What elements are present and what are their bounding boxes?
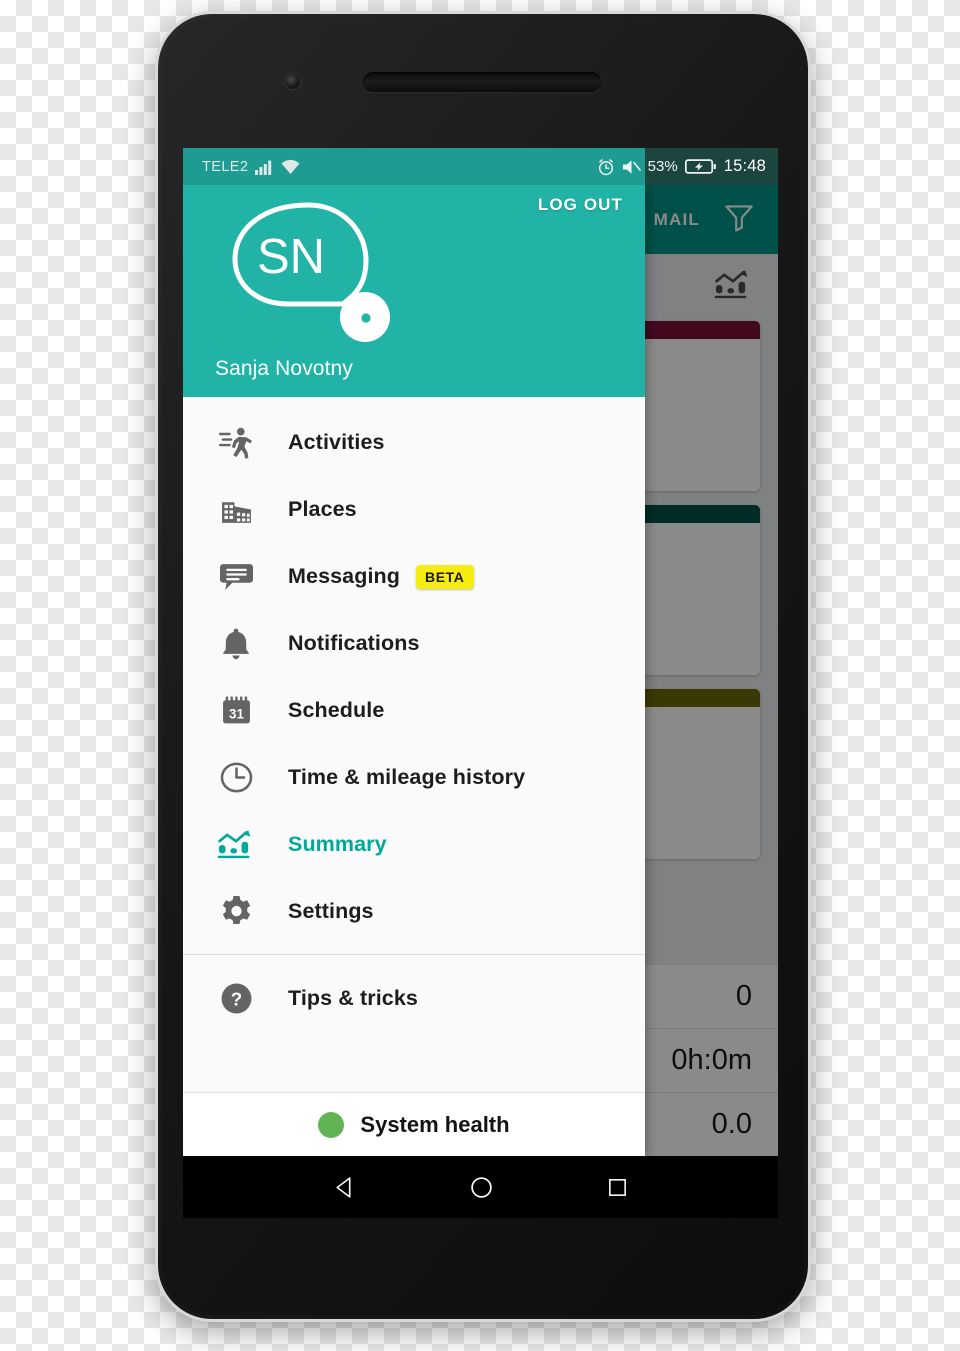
gear-icon	[214, 891, 258, 933]
clock-label: 15:48	[723, 157, 766, 175]
sidebar-item-label: Summary	[288, 832, 387, 856]
front-camera-icon	[285, 74, 300, 89]
phone-screen: MAIL 0 0h:0m 0.0 LOG OUT SN Sanja Novotn…	[183, 148, 778, 1156]
sidebar-item-activities[interactable]: Activities	[183, 409, 645, 476]
status-badge	[318, 1111, 345, 1138]
drawer-secondary-list: ? Tips & tricks	[183, 955, 645, 1032]
square-recents-icon[interactable]	[606, 1176, 629, 1199]
navigation-drawer: LOG OUT SN Sanja Novotny Activities Plac…	[183, 185, 645, 1156]
volume-mute-icon	[622, 158, 641, 176]
battery-charging-icon	[684, 158, 717, 175]
user-name: Sanja Novotny	[215, 357, 353, 380]
sidebar-item-messaging[interactable]: Messaging BETA	[183, 543, 645, 610]
sidebar-item-label: Notifications	[288, 631, 420, 655]
chat-bubble-icon	[214, 556, 258, 598]
building-icon	[214, 489, 258, 531]
sidebar-item-label: Activities	[288, 430, 385, 454]
sidebar-item-places[interactable]: Places	[183, 476, 645, 543]
running-person-icon	[214, 422, 258, 464]
sidebar-item-settings[interactable]: Settings	[183, 878, 645, 945]
system-health-label: System health	[360, 1111, 510, 1137]
phone-device: MAIL 0 0h:0m 0.0 LOG OUT SN Sanja Novotn…	[158, 14, 808, 1319]
sidebar-item-label: Messaging	[288, 564, 401, 588]
sidebar-item-tips-tricks[interactable]: ? Tips & tricks	[183, 965, 645, 1032]
alarm-clock-icon	[597, 158, 615, 176]
question-mark-circle-icon: ?	[214, 978, 258, 1020]
drawer-header: LOG OUT SN Sanja Novotny	[183, 185, 645, 397]
status-badge: BETA	[416, 564, 474, 589]
clock-icon	[214, 757, 258, 799]
status-bar-left: TELE2	[202, 159, 300, 175]
sidebar-item-notifications[interactable]: Notifications	[183, 610, 645, 677]
sidebar-item-time-mileage-history[interactable]: Time & mileage history	[183, 744, 645, 811]
status-bar: TELE2 53% 15:48	[183, 148, 778, 185]
sidebar-item-label: Settings	[288, 899, 374, 923]
bell-icon	[214, 623, 258, 665]
android-navigation-bar	[183, 1156, 778, 1218]
sidebar-item-schedule[interactable]: 31 Schedule	[183, 677, 645, 744]
signal-bars-icon	[255, 159, 274, 175]
logout-button[interactable]: LOG OUT	[538, 195, 623, 215]
svg-text:?: ?	[230, 988, 241, 1009]
sidebar-item-label: Schedule	[288, 698, 385, 722]
circle-home-icon[interactable]	[469, 1175, 494, 1200]
system-health-button[interactable]: System health	[183, 1092, 645, 1156]
wifi-icon	[281, 159, 300, 175]
sidebar-item-label: Tips & tricks	[288, 986, 418, 1010]
avatar-initials: SN	[257, 230, 325, 284]
earpiece-speaker	[363, 72, 601, 92]
location-pin-avatar-icon[interactable]: SN	[213, 197, 403, 347]
battery-percent-label: 53%	[647, 158, 678, 175]
sidebar-item-label: Time & mileage history	[288, 765, 526, 789]
svg-text:31: 31	[229, 706, 244, 721]
sidebar-item-label: Places	[288, 497, 357, 521]
status-bar-right: 53% 15:48	[597, 157, 766, 176]
sidebar-item-summary[interactable]: Summary	[183, 811, 645, 878]
triangle-back-icon[interactable]	[332, 1175, 357, 1200]
calendar-31-icon: 31	[214, 690, 258, 732]
carrier-label: TELE2	[202, 158, 249, 175]
bar-chart-trend-icon	[214, 824, 258, 866]
drawer-menu-list: Activities Places Messaging BETA Notific…	[183, 397, 645, 1092]
